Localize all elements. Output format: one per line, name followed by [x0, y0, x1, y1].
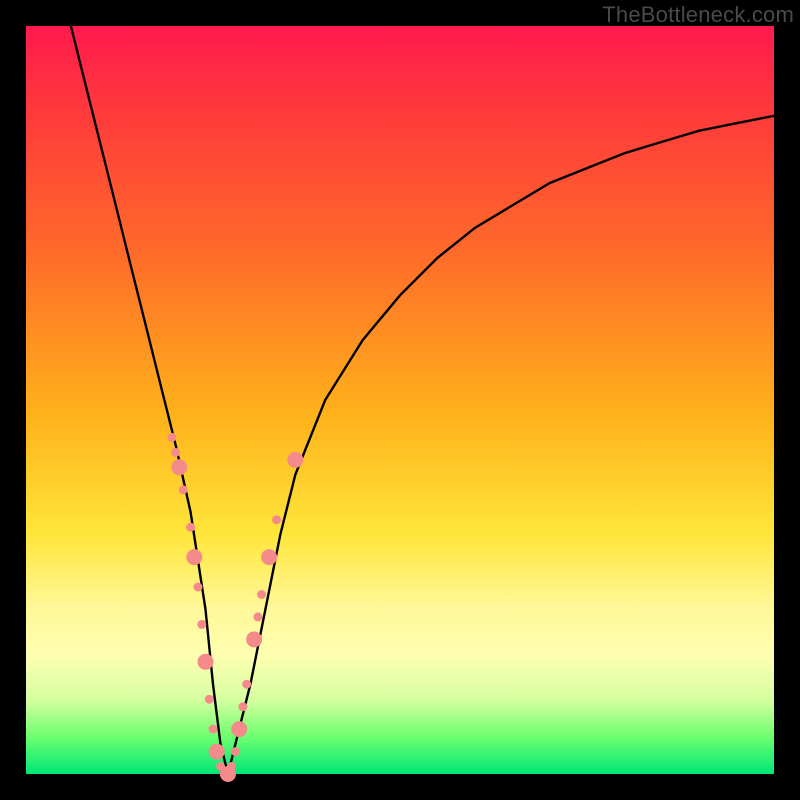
- highlight-dot: [186, 549, 202, 565]
- highlight-dot: [186, 523, 195, 532]
- highlight-dot: [209, 725, 218, 734]
- highlight-dot: [261, 549, 277, 565]
- highlight-dot: [205, 695, 214, 704]
- highlight-dot: [171, 448, 180, 457]
- highlight-dot: [209, 744, 225, 760]
- highlight-dot: [231, 721, 247, 737]
- highlight-dot: [287, 452, 303, 468]
- highlight-dot: [253, 612, 262, 621]
- highlight-dot: [194, 583, 203, 592]
- highlight-dot: [231, 747, 240, 756]
- curve-svg: [26, 26, 774, 774]
- highlight-dot: [179, 485, 188, 494]
- highlight-dot: [272, 515, 281, 524]
- highlight-dot: [167, 433, 176, 442]
- highlight-dot: [257, 590, 266, 599]
- chart-frame: TheBottleneck.com: [0, 0, 800, 800]
- highlight-dots: [167, 433, 303, 782]
- highlight-dot: [246, 631, 262, 647]
- watermark-text: TheBottleneck.com: [602, 2, 794, 28]
- highlight-dot: [197, 620, 206, 629]
- highlight-dot: [242, 680, 251, 689]
- bottleneck-curve: [71, 26, 774, 774]
- plot-area: [26, 26, 774, 774]
- highlight-dot: [238, 702, 247, 711]
- highlight-dot: [171, 459, 187, 475]
- highlight-dot: [227, 762, 236, 771]
- highlight-dot: [198, 654, 214, 670]
